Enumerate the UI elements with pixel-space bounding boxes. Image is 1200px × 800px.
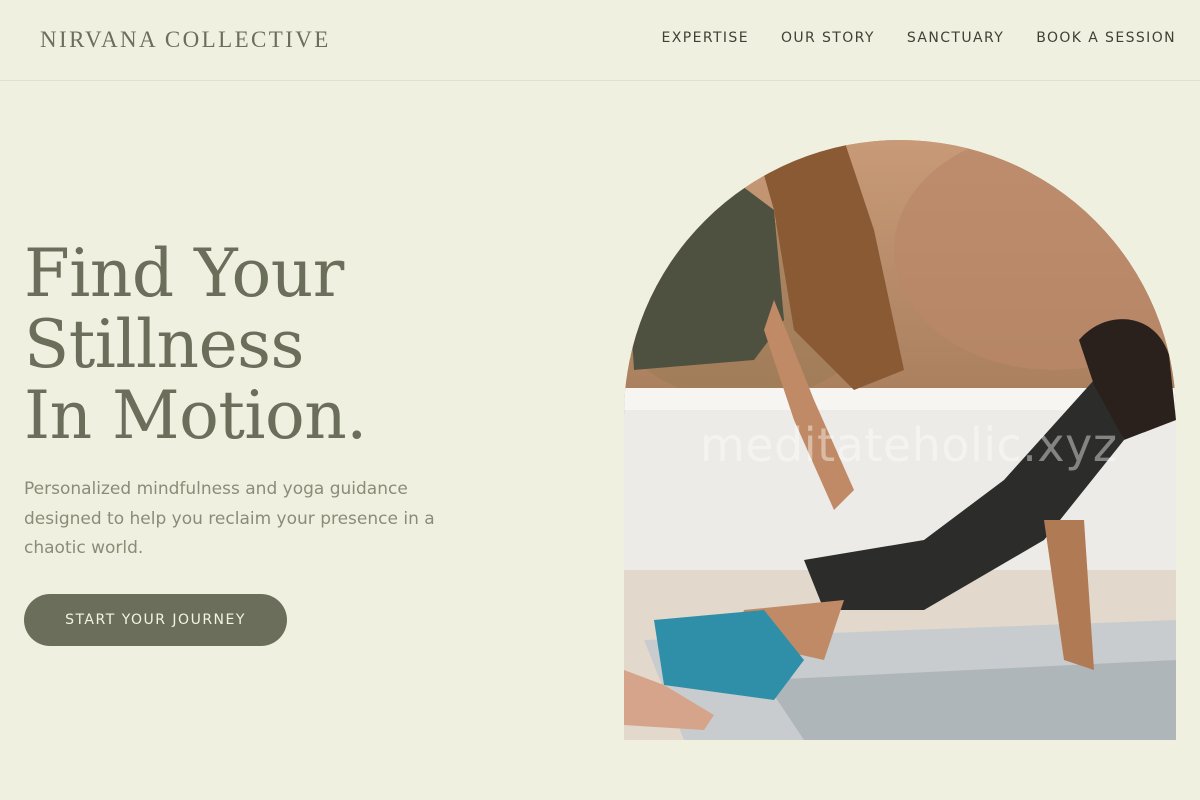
nav-link-expertise[interactable]: EXPERTISE [662, 30, 749, 46]
hero-title-line-3: In Motion. [24, 377, 367, 454]
hero-title: Find Your Stillness In Motion. [24, 238, 367, 451]
nav-link-book-a-session[interactable]: BOOK A SESSION [1036, 30, 1176, 46]
site-header: NIRVANA COLLECTIVE EXPERTISE OUR STORY S… [0, 0, 1200, 81]
yoga-photo-illustration [624, 140, 1176, 740]
nav-link-sanctuary[interactable]: SANCTUARY [907, 30, 1004, 46]
start-journey-button[interactable]: START YOUR JOURNEY [24, 594, 287, 646]
hero-image [624, 140, 1176, 740]
hero-subtitle: Personalized mindfulness and yoga guidan… [24, 479, 435, 558]
brand-logo[interactable]: NIRVANA COLLECTIVE [40, 27, 331, 53]
hero-title-line-1: Find Your [24, 235, 344, 312]
main-nav: EXPERTISE OUR STORY SANCTUARY BOOK A SES… [662, 30, 1176, 46]
hero-title-line-2: Stillness [24, 306, 304, 383]
nav-link-our-story[interactable]: OUR STORY [781, 30, 875, 46]
